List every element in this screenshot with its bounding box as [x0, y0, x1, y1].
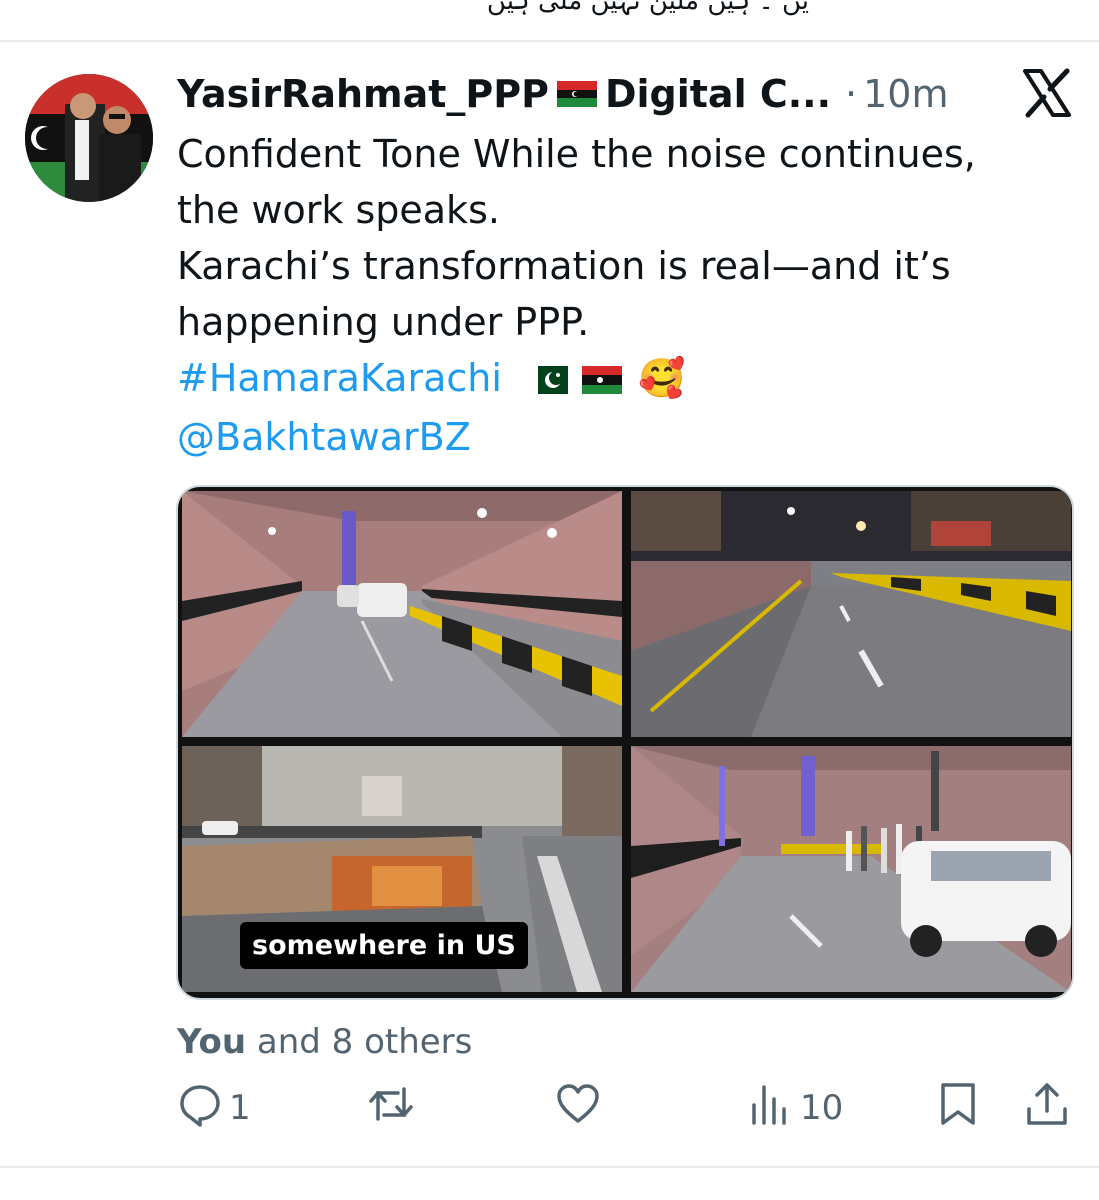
separator-dot: · — [845, 72, 858, 116]
share-icon — [1024, 1081, 1070, 1136]
share-button[interactable] — [1024, 1078, 1070, 1138]
tweet-timestamp[interactable]: 10m — [863, 72, 948, 116]
bottom-divider — [0, 1166, 1099, 1168]
bookmark-button[interactable] — [935, 1078, 981, 1138]
mention-link[interactable]: @BakhtawarBZ — [177, 409, 1057, 465]
previous-tweet-text: یں ۔ ہیں ملین نہیں ملی ہیں — [486, 0, 809, 16]
author-display-suffix[interactable]: Digital C... — [605, 72, 831, 116]
bookmark-icon — [935, 1081, 981, 1136]
tweet-line: the work speaks. — [177, 188, 500, 232]
hashtag-link[interactable]: #HamaraKarachi — [177, 356, 502, 400]
liked-by-you: You — [177, 1022, 247, 1062]
retweet-icon — [368, 1081, 414, 1136]
media-underpass-image[interactable] — [631, 491, 1071, 737]
views-button[interactable]: 10 — [748, 1078, 843, 1138]
avatar[interactable] — [25, 74, 153, 202]
previous-tweet-strip: یں ۔ ہیں ملین نہیں ملی ہیں — [0, 0, 1099, 40]
pakistan-flag-icon — [528, 353, 568, 409]
author-row: YasirRahmat_PPP Digital C... · 10m — [177, 66, 949, 122]
tweet-body: Confident Tone While the noise continues… — [177, 126, 1057, 465]
reply-icon — [177, 1081, 223, 1136]
retweet-button[interactable] — [368, 1078, 414, 1138]
like-button[interactable] — [555, 1078, 601, 1138]
action-bar: 1 10 — [0, 1078, 1099, 1138]
views-icon — [748, 1081, 794, 1136]
like-icon — [555, 1081, 601, 1136]
media-tunnel-workers-image[interactable] — [631, 746, 1071, 992]
views-count: 10 — [800, 1088, 844, 1128]
tweet-line: happening under PPP. — [177, 300, 590, 344]
tweet-line: Karachi’s transformation is real—and it’… — [177, 244, 951, 288]
smiling-hearts-emoji: 🥰 — [638, 356, 686, 400]
reply-count: 1 — [229, 1088, 251, 1128]
liked-by-text[interactable]: You and 8 others — [177, 1022, 472, 1062]
media-tunnel-image[interactable] — [182, 491, 622, 737]
x-logo-icon[interactable] — [1022, 68, 1072, 118]
top-divider — [0, 40, 1099, 42]
liked-by-others: and 8 others — [246, 1022, 473, 1062]
hashtag-line: #HamaraKarachi 🥰 — [177, 350, 1057, 409]
author-name[interactable]: YasirRahmat_PPP — [177, 72, 549, 116]
ppp-flag-icon — [556, 72, 597, 116]
media-caption: somewhere in US — [240, 922, 528, 969]
tweet-line: Confident Tone While the noise continues… — [177, 132, 976, 176]
reply-button[interactable]: 1 — [177, 1078, 251, 1138]
ppp-flag-icon — [582, 353, 623, 409]
